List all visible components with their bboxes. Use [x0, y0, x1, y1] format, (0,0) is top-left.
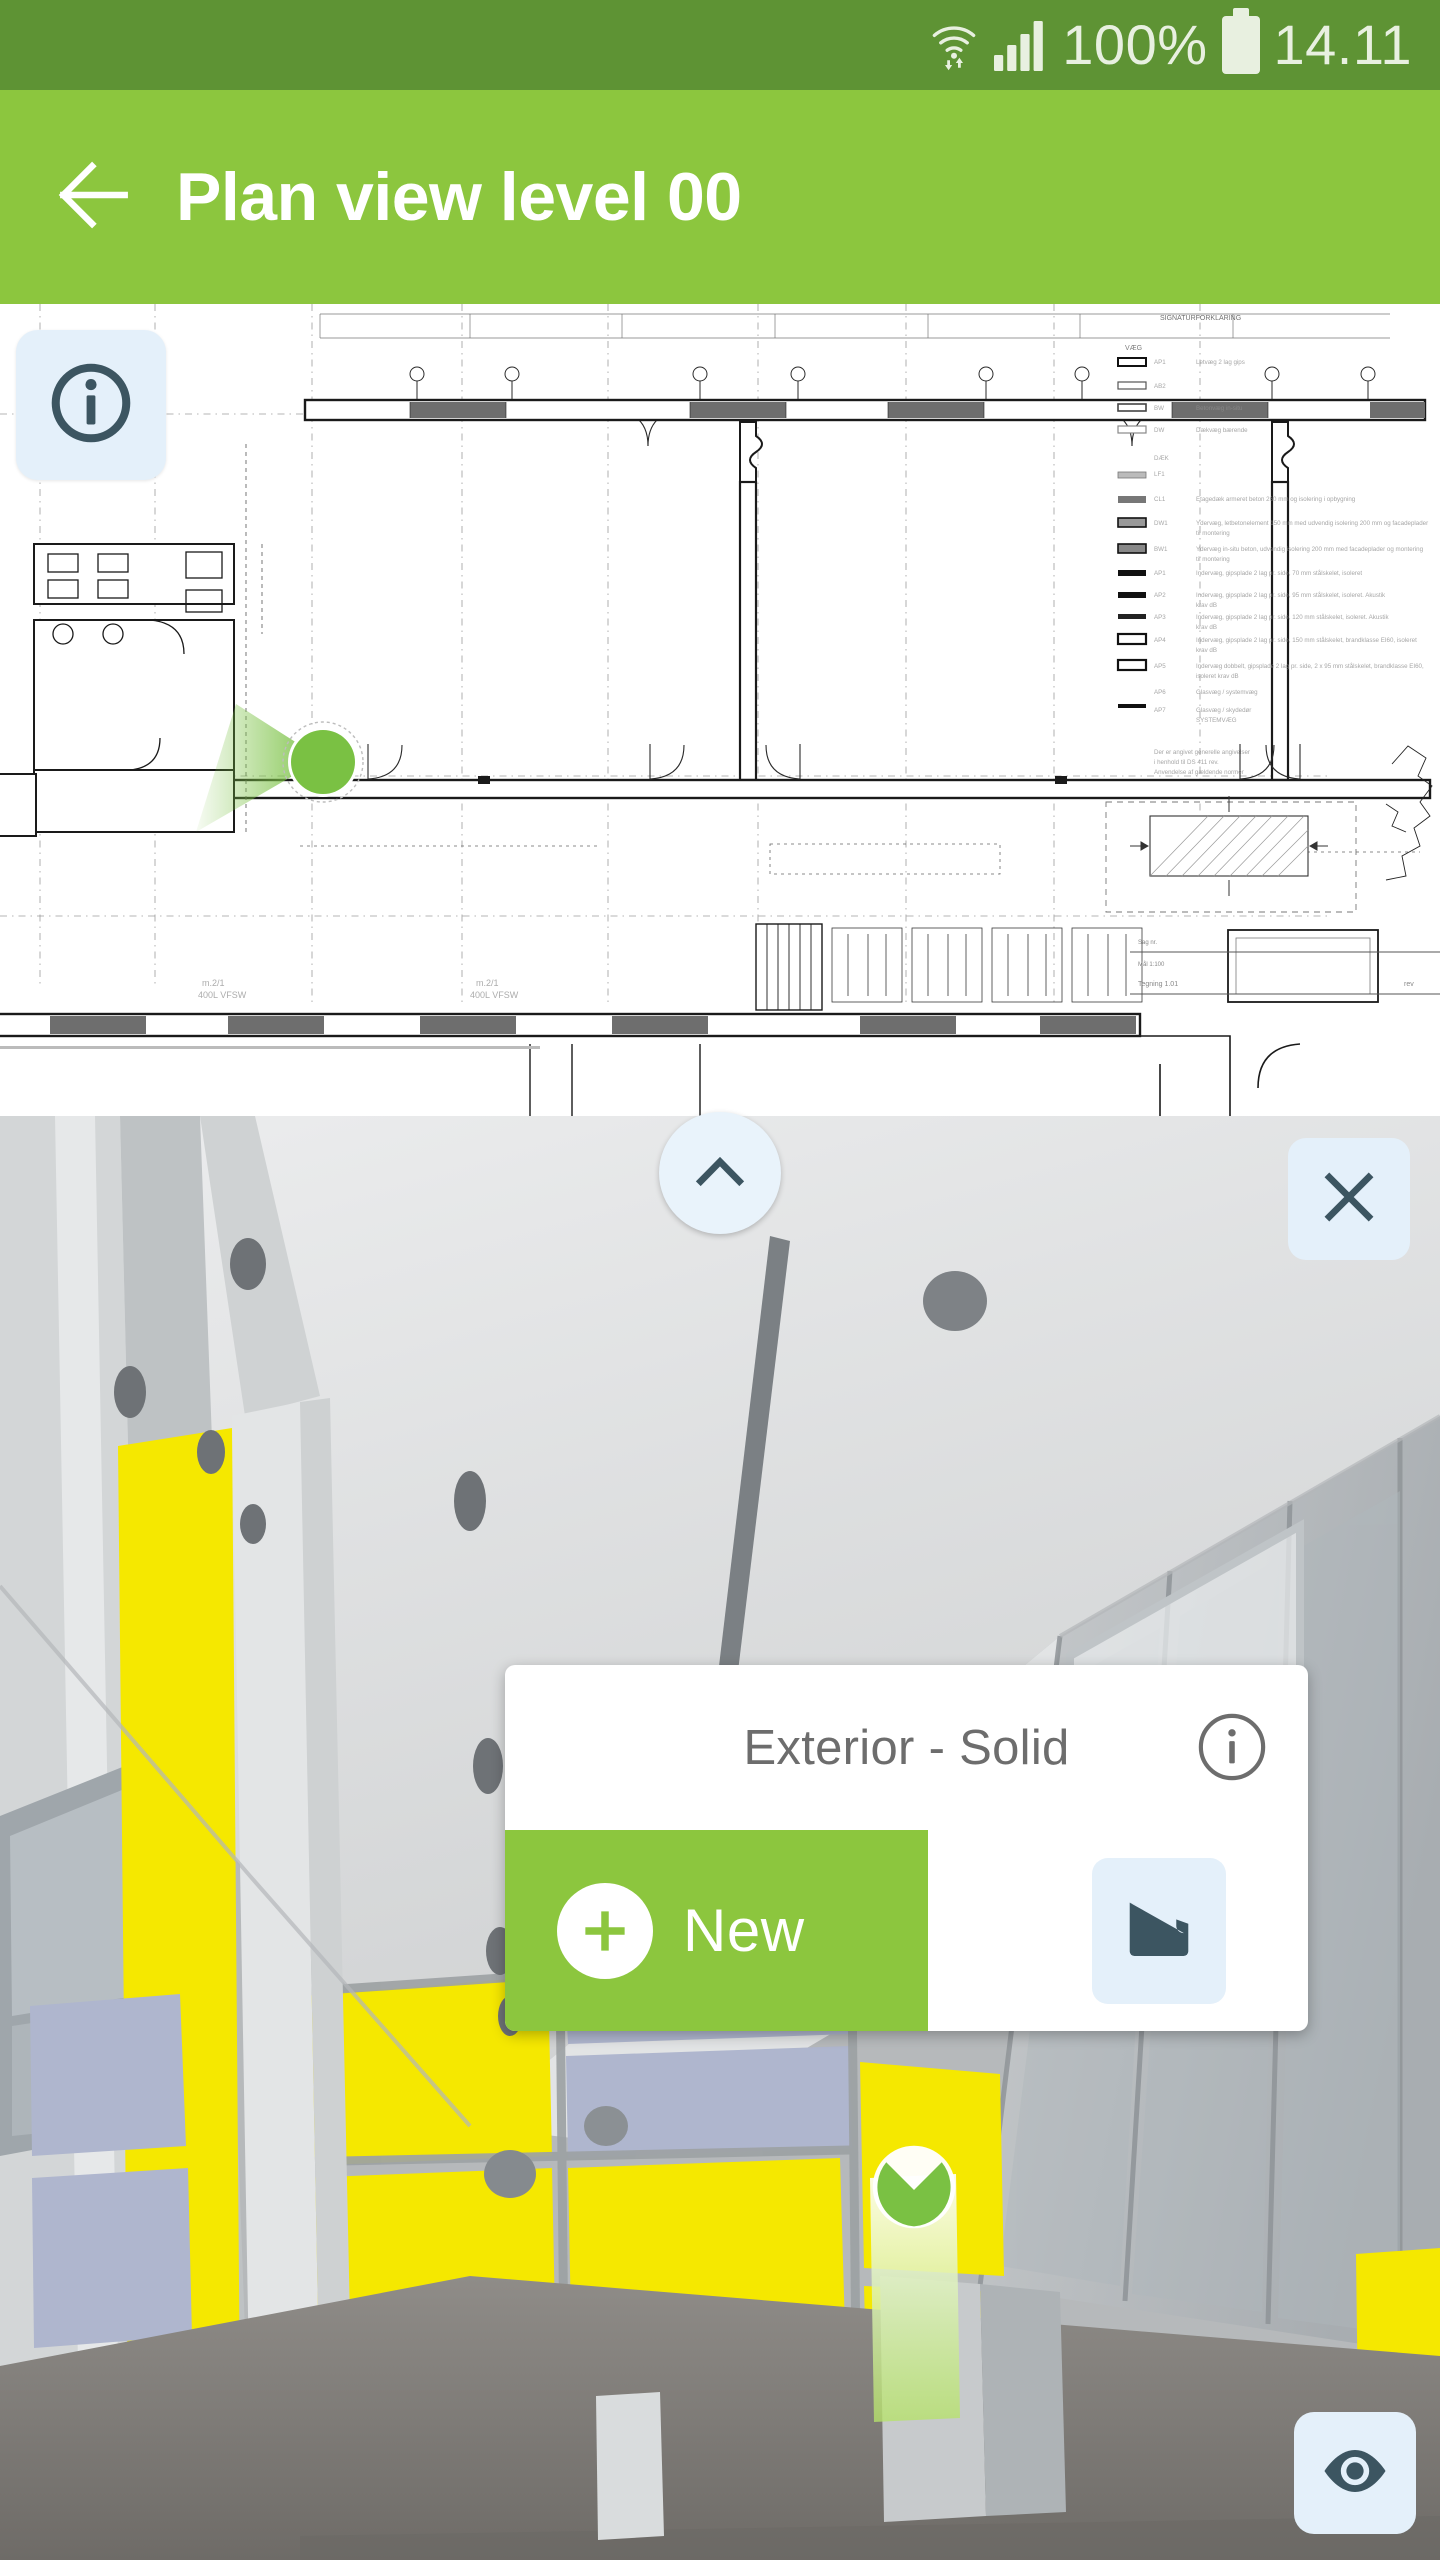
info-circle-icon — [1195, 1710, 1269, 1789]
svg-text:BW1: BW1 — [1154, 546, 1168, 553]
page-curl-icon — [1118, 1889, 1200, 1974]
svg-text:AP1: AP1 — [1154, 570, 1166, 577]
svg-text:CL1: CL1 — [1154, 496, 1166, 503]
back-button[interactable] — [34, 137, 154, 257]
svg-text:rev: rev — [1404, 981, 1414, 988]
close-button[interactable] — [1288, 1138, 1410, 1260]
svg-text:Tegning 1.01: Tegning 1.01 — [1138, 981, 1178, 988]
back-arrow-icon — [48, 149, 140, 246]
svg-text:Sag nr.: Sag nr. — [1138, 940, 1157, 946]
svg-text:AP6: AP6 — [1154, 689, 1166, 696]
svg-text:m.2/1: m.2/1 — [476, 978, 499, 988]
svg-text:DÆK: DÆK — [1154, 455, 1170, 462]
info-circle-icon — [45, 357, 137, 454]
svg-text:VÆG: VÆG — [1125, 345, 1142, 352]
svg-text:Dækvæg bærende: Dækvæg bærende — [1196, 427, 1248, 434]
plus-circle-icon — [557, 1882, 653, 1979]
svg-text:Indervæg, gipsplade 2 lag pr.: Indervæg, gipsplade 2 lag pr. side, 150 … — [1196, 637, 1417, 644]
svg-text:AP4: AP4 — [1154, 637, 1166, 644]
svg-text:Glasvæg / systemvæg: Glasvæg / systemvæg — [1196, 689, 1258, 696]
svg-text:til montering: til montering — [1196, 530, 1230, 537]
wifi-icon — [930, 19, 978, 71]
svg-text:AP5: AP5 — [1154, 663, 1166, 670]
card-header: Exterior - Solid — [505, 1665, 1308, 1830]
svg-text:AP7: AP7 — [1154, 707, 1166, 714]
svg-text:isoleret krav dB: isoleret krav dB — [1196, 673, 1239, 680]
battery-full-icon — [1221, 8, 1260, 74]
svg-text:Ydervæg in-situ beton, udvendi: Ydervæg in-situ beton, udvendig isolerin… — [1196, 546, 1424, 553]
svg-text:400L VFSW: 400L VFSW — [198, 990, 247, 1000]
svg-text:Anvendelse af gældende normer: Anvendelse af gældende normer — [1154, 769, 1244, 776]
svg-text:LF1: LF1 — [1154, 471, 1165, 478]
svg-text:Indervæg dobbelt, gipsplade 2: Indervæg dobbelt, gipsplade 2 lag pr. si… — [1196, 663, 1424, 670]
selection-pin-icon — [869, 2142, 959, 2232]
card-body: New — [505, 1830, 1308, 2031]
plan-info-button[interactable] — [16, 330, 166, 480]
visibility-button[interactable] — [1294, 2412, 1416, 2534]
svg-text:AP1: AP1 — [1154, 359, 1166, 366]
svg-text:Der er angivet generelle angiv: Der er angivet generelle angivelser — [1154, 749, 1250, 756]
svg-text:Indervæg, gipsplade 2 lag pr.: Indervæg, gipsplade 2 lag pr. side, 70 m… — [1196, 570, 1362, 577]
svg-text:BW: BW — [1154, 405, 1164, 412]
collapse-plan-handle[interactable] — [659, 1112, 781, 1234]
element-info-card: Exterior - Solid New — [505, 1665, 1308, 2031]
svg-text:i henhold til DS 411 rev.: i henhold til DS 411 rev. — [1154, 759, 1219, 766]
svg-text:Indervæg, gipsplade 2 lag pr.: Indervæg, gipsplade 2 lag pr. side, 120 … — [1196, 614, 1390, 621]
new-button[interactable]: New — [505, 1830, 928, 2031]
svg-text:AP3: AP3 — [1154, 614, 1166, 621]
svg-text:Indervæg, gipsplade 2 lag pr.: Indervæg, gipsplade 2 lag pr. side, 95 m… — [1196, 592, 1386, 599]
svg-text:Letvæg 2 lag gips: Letvæg 2 lag gips — [1196, 359, 1245, 366]
eye-icon — [1318, 2434, 1392, 2513]
element-title: Exterior - Solid — [743, 1720, 1070, 1775]
svg-text:AB2: AB2 — [1154, 383, 1166, 390]
data-transfer-icon — [945, 57, 964, 71]
svg-text:m.2/1: m.2/1 — [202, 978, 225, 988]
svg-text:krav dB: krav dB — [1196, 647, 1217, 654]
new-button-label: New — [683, 1897, 805, 1964]
svg-text:krav dB: krav dB — [1196, 624, 1217, 631]
svg-text:SYSTEMVÆG: SYSTEMVÆG — [1196, 717, 1237, 724]
svg-text:DW: DW — [1154, 427, 1164, 434]
element-info-button[interactable] — [1194, 1711, 1270, 1787]
svg-text:krav dB: krav dB — [1196, 602, 1217, 609]
signal-bars-icon — [992, 19, 1048, 71]
svg-text:SIGNATURFORKLARING: SIGNATURFORKLARING — [1160, 315, 1241, 322]
chevron-up-icon — [689, 1140, 751, 1207]
svg-text:Mål 1:100: Mål 1:100 — [1138, 961, 1165, 968]
svg-text:Etagedæk armeret beton 260 mm: Etagedæk armeret beton 260 mm og isoleri… — [1196, 496, 1356, 503]
floor-plan-drawing: m.2/1 400L VFSW m.2/1 400L VFSW SIGNATUR… — [0, 304, 1440, 1116]
flip-view-button[interactable] — [1092, 1858, 1226, 2004]
svg-text:Ydervæg, letbetonelement 150 m: Ydervæg, letbetonelement 150 mm med udve… — [1196, 520, 1428, 527]
svg-text:til montering: til montering — [1196, 556, 1230, 563]
status-bar: 100% 14.11 — [0, 0, 1440, 90]
svg-text:400L VFSW: 400L VFSW — [470, 990, 519, 1000]
battery-percent-label: 100% — [1062, 13, 1208, 76]
app-bar: Plan view level 00 — [0, 90, 1440, 304]
close-x-icon — [1317, 1165, 1381, 1234]
clock-label: 14.11 — [1273, 13, 1412, 76]
plan-view-pane[interactable]: m.2/1 400L VFSW m.2/1 400L VFSW SIGNATUR… — [0, 304, 1440, 1116]
svg-text:Glasvæg / skydedør: Glasvæg / skydedør — [1196, 707, 1251, 714]
phone-screen: 100% 14.11 Plan view level 00 m.2/1 400L… — [0, 0, 1440, 2560]
svg-text:DW1: DW1 — [1154, 520, 1168, 527]
page-title: Plan view level 00 — [176, 159, 742, 235]
svg-text:Betonvæg in-situ: Betonvæg in-situ — [1196, 405, 1243, 412]
svg-text:AP2: AP2 — [1154, 592, 1166, 599]
